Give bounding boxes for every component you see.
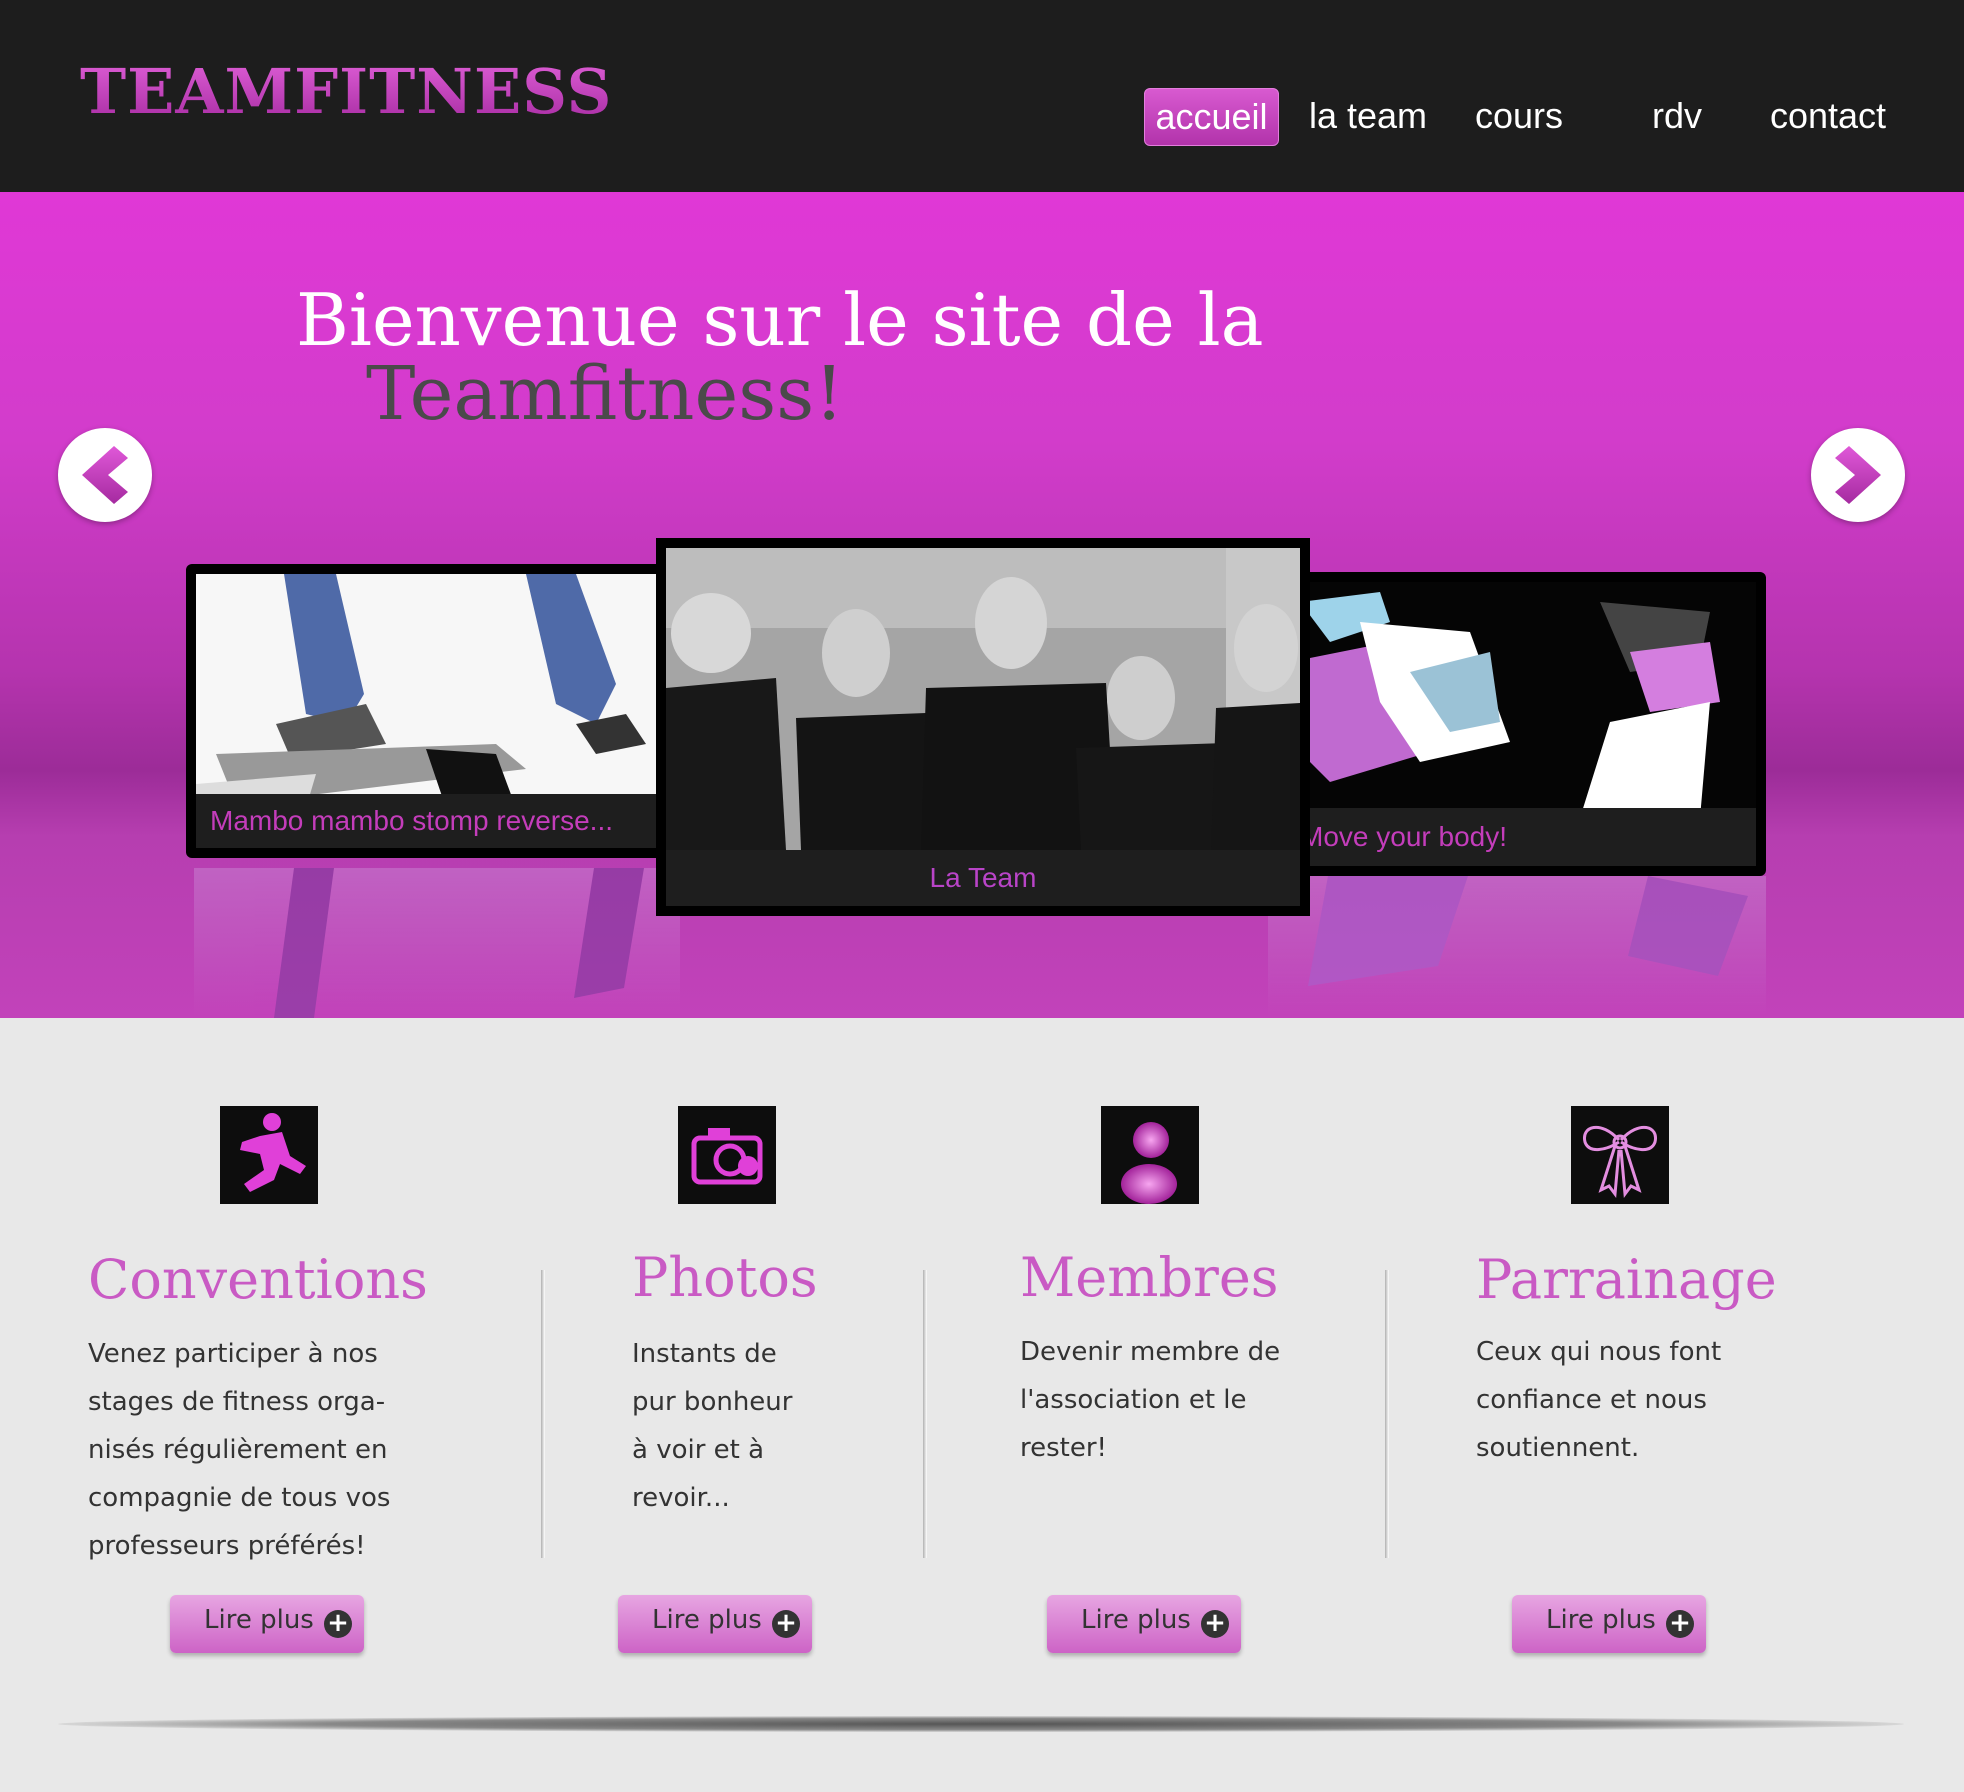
nav-item-rdv[interactable]: rdv xyxy=(1640,88,1714,146)
plus-circle-icon: + xyxy=(1201,1610,1229,1638)
slide-caption-left: Mambo mambo stomp reverse... xyxy=(196,794,660,848)
read-more-button-conventions[interactable]: Lire plus + xyxy=(170,1595,364,1653)
feature-divider xyxy=(923,1270,927,1558)
slide-left[interactable]: Mambo mambo stomp reverse... xyxy=(186,564,670,858)
stepper-legs-photo xyxy=(196,574,660,808)
feature-divider xyxy=(541,1270,545,1558)
read-more-label: Lire plus xyxy=(652,1605,762,1635)
feature-text-photos: Instants de pur bonheur à voir et à revo… xyxy=(632,1339,793,1513)
feature-title-parrainage: Parrainage xyxy=(1476,1248,1777,1311)
feature-text-membres: Devenir membre de l'association et le re… xyxy=(1020,1337,1281,1463)
slide-caption-center: La Team xyxy=(666,850,1300,906)
hero-subtitle: Teamfitness! xyxy=(366,351,844,437)
camera-icon xyxy=(678,1106,776,1204)
dancer-photo xyxy=(1270,582,1756,818)
plus-circle-icon: + xyxy=(1666,1610,1694,1638)
slide-center[interactable]: La Team xyxy=(656,538,1310,916)
member-icon xyxy=(1101,1106,1199,1204)
slider-next-button[interactable] xyxy=(1811,428,1905,522)
feature-divider xyxy=(1385,1270,1389,1558)
read-more-button-membres[interactable]: Lire plus + xyxy=(1047,1595,1241,1653)
feature-text-parrainage: Ceux qui nous font confiance et nous sou… xyxy=(1476,1337,1722,1463)
nav-item-contact[interactable]: contact xyxy=(1758,88,1898,146)
read-more-label: Lire plus xyxy=(1546,1605,1656,1635)
ribbon-bow-icon xyxy=(1571,1106,1669,1204)
slide-reflection-left xyxy=(194,868,680,1018)
hero-title: Bienvenue sur le site de la xyxy=(296,278,1264,362)
slide-reflection-right xyxy=(1268,876,1766,1018)
read-more-label: Lire plus xyxy=(1081,1605,1191,1635)
plus-circle-icon: + xyxy=(772,1610,800,1638)
read-more-label: Lire plus xyxy=(204,1605,314,1635)
read-more-button-photos[interactable]: Lire plus + xyxy=(618,1595,812,1653)
feature-title-photos: Photos xyxy=(632,1246,818,1309)
slider-prev-button[interactable] xyxy=(58,428,152,522)
site-header: TEAMFITNESS accueil la team cours rdv co… xyxy=(0,0,1964,192)
slide-caption-right: Move your body! xyxy=(1270,808,1756,866)
feature-title-conventions: Conventions xyxy=(88,1248,428,1311)
chevron-left-icon xyxy=(82,446,128,504)
hero-banner: Bienvenue sur le site de la Teamfitness! xyxy=(0,192,1964,1018)
plus-circle-icon: + xyxy=(324,1610,352,1638)
nav-item-cours[interactable]: cours xyxy=(1462,88,1576,146)
read-more-button-parrainage[interactable]: Lire plus + xyxy=(1512,1595,1706,1653)
team-group-photo xyxy=(666,548,1300,850)
feature-text-conventions: Venez participer à nos stages de fitness… xyxy=(88,1339,391,1561)
slide-right[interactable]: Move your body! xyxy=(1260,572,1766,876)
chevron-right-icon xyxy=(1835,446,1881,504)
nav-item-la-team[interactable]: la team xyxy=(1298,88,1438,146)
main-nav: accueil la team cours rdv contact xyxy=(0,88,1964,146)
nav-item-accueil[interactable]: accueil xyxy=(1144,88,1279,146)
jumping-figure-icon xyxy=(220,1106,318,1204)
feature-title-membres: Membres xyxy=(1020,1246,1279,1309)
footer-divider xyxy=(58,1716,1904,1732)
